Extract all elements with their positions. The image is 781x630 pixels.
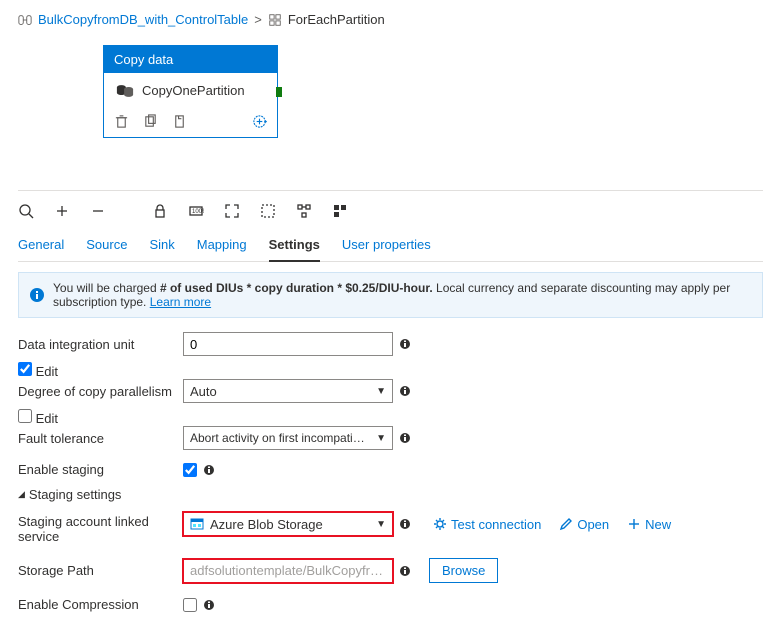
staging-settings-label: Staging settings (29, 487, 122, 502)
compression-label: Enable Compression (18, 597, 183, 612)
new-button[interactable]: New (627, 517, 671, 532)
browse-button[interactable]: Browse (429, 558, 498, 583)
activity-card-copy[interactable]: Copy data CopyOnePartition (103, 45, 278, 138)
open-button[interactable]: Open (559, 517, 609, 532)
activity-name: CopyOnePartition (142, 83, 245, 98)
parallelism-select[interactable]: Auto ▼ (183, 379, 393, 403)
database-icon (116, 84, 134, 98)
diu-label: Data integration unit (18, 337, 183, 352)
zoom-fit-icon[interactable]: 100% (188, 203, 204, 219)
tab-settings[interactable]: Settings (269, 231, 320, 262)
fault-label: Fault tolerance (18, 431, 183, 446)
parallelism-edit-label: Edit (36, 411, 58, 426)
add-output-icon[interactable] (252, 114, 267, 129)
breadcrumb: BulkCopyfromDB_with_ControlTable > ForEa… (18, 12, 763, 27)
diu-edit-checkbox[interactable] (18, 362, 32, 376)
zoom-out-icon[interactable] (90, 203, 106, 219)
chevron-down-icon: ▼ (376, 519, 386, 530)
parallelism-value: Auto (190, 384, 217, 399)
foreach-icon (268, 13, 282, 27)
test-connection-button[interactable]: Test connection (433, 517, 541, 532)
tab-general[interactable]: General (18, 231, 64, 261)
staging-label: Enable staging (18, 462, 183, 477)
info-icon[interactable] (203, 599, 215, 611)
clone-icon[interactable] (143, 114, 158, 129)
linked-service-select[interactable]: Azure Blob Storage ▼ (183, 512, 393, 536)
linked-service-label: Staging account linked service (18, 512, 183, 544)
storage-path-label: Storage Path (18, 563, 183, 578)
zoom-in-icon[interactable] (54, 203, 70, 219)
design-canvas[interactable]: Copy data CopyOnePartition (18, 45, 763, 190)
collapse-caret-icon: ◢ (18, 489, 25, 500)
learn-more-link[interactable]: Learn more (150, 295, 211, 309)
parallelism-label: Degree of copy parallelism (18, 384, 183, 399)
pricing-info-bar: You will be charged # of used DIUs * cop… (18, 272, 763, 318)
info-icon[interactable] (399, 518, 411, 530)
parallelism-edit-checkbox[interactable] (18, 409, 32, 423)
search-icon[interactable] (18, 203, 34, 219)
plus-icon (627, 517, 641, 531)
fullscreen-icon[interactable] (224, 203, 240, 219)
edit-icon (559, 517, 573, 531)
info-icon[interactable] (399, 385, 411, 397)
info-prefix: You will be charged (53, 281, 160, 295)
breadcrumb-current: ForEachPartition (288, 12, 385, 27)
copy-icon[interactable] (172, 114, 187, 129)
chevron-down-icon: ▼ (376, 433, 386, 444)
linked-service-value: Azure Blob Storage (210, 517, 323, 532)
fault-value: Abort activity on first incompatible row (190, 431, 370, 445)
staging-checkbox[interactable] (183, 463, 197, 477)
svg-text:100%: 100% (192, 209, 204, 215)
canvas-toolbar: 100% (18, 199, 763, 231)
diu-edit-label: Edit (36, 364, 58, 379)
info-icon[interactable] (399, 565, 411, 577)
activity-type-label: Copy data (104, 46, 277, 73)
success-handle[interactable] (276, 87, 282, 97)
test-connection-icon (433, 517, 447, 531)
tab-bar: General Source Sink Mapping Settings Use… (18, 231, 763, 262)
info-icon[interactable] (399, 432, 411, 444)
diu-input[interactable] (183, 332, 393, 356)
fault-select[interactable]: Abort activity on first incompatible row… (183, 426, 393, 450)
tab-user-properties[interactable]: User properties (342, 231, 431, 261)
tab-source[interactable]: Source (86, 231, 127, 261)
info-icon[interactable] (399, 338, 411, 350)
compression-checkbox[interactable] (183, 598, 197, 612)
breadcrumb-separator: > (254, 12, 262, 27)
chevron-down-icon: ▼ (376, 386, 386, 397)
select-icon[interactable] (260, 203, 276, 219)
info-icon[interactable] (203, 464, 215, 476)
blob-storage-icon (190, 517, 204, 531)
align-icon[interactable] (296, 203, 312, 219)
layout-icon[interactable] (332, 203, 348, 219)
tab-mapping[interactable]: Mapping (197, 231, 247, 261)
info-icon (29, 287, 45, 303)
pipeline-icon (18, 13, 32, 27)
tab-sink[interactable]: Sink (149, 231, 174, 261)
storage-path-input[interactable] (183, 559, 393, 583)
info-formula: # of used DIUs * copy duration * $0.25/D… (160, 281, 433, 295)
breadcrumb-parent-link[interactable]: BulkCopyfromDB_with_ControlTable (38, 12, 248, 27)
lock-icon[interactable] (152, 203, 168, 219)
staging-settings-header[interactable]: ◢ Staging settings (18, 487, 763, 502)
delete-icon[interactable] (114, 114, 129, 129)
